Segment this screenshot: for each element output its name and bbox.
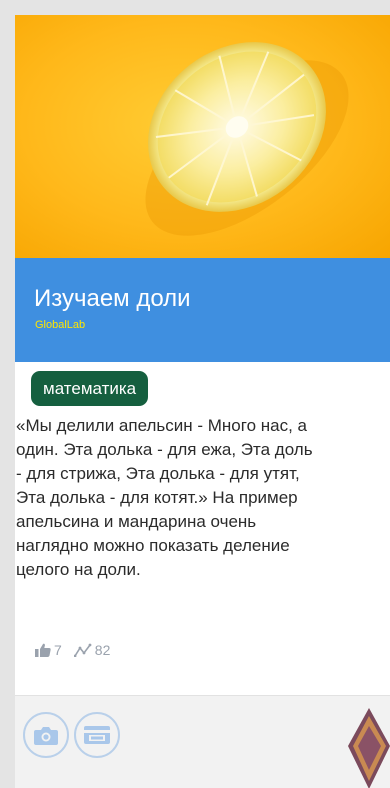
description-line: - для стрижа, Эта долька - для утят, [16,464,300,483]
card-stats: 7 82 [35,641,122,659]
camera-icon [34,726,58,745]
activity-chart-icon [73,643,92,657]
views-count: 82 [94,642,111,658]
thumbs-up-icon [35,643,51,657]
title-bar: Изучаем доли GlobalLab [15,258,390,362]
project-title[interactable]: Изучаем доли [34,285,191,313]
photo-button[interactable] [23,712,69,758]
lemon-image[interactable] [15,15,390,258]
views-stat: 82 [73,641,111,659]
description-line: целого на доли. [16,560,141,579]
card-footer [15,695,390,788]
author-link[interactable]: GlobalLab [35,319,85,332]
project-card[interactable]: Изучаем доли GlobalLab математика «Мы де… [15,15,390,788]
description-line: апельсина и мандарина очень [16,512,257,531]
subject-tag[interactable]: математика [31,371,149,406]
card-icon [84,726,110,744]
likes-count: 7 [54,642,62,658]
description-line: Эта долька - для котят.» На пример [16,488,298,507]
likes-stat[interactable]: 7 [35,641,62,659]
diamond-badge-icon [348,708,390,788]
description-line: «Мы делили апельсин - Много нас, а [16,416,307,435]
description-line: наглядно можно показать деление [16,536,290,555]
card-button[interactable] [74,712,120,758]
project-description: «Мы делили апельсин - Много нас, а один.… [16,414,390,582]
description-line: один. Эта долька - для ежа, Эта доль [16,440,313,459]
